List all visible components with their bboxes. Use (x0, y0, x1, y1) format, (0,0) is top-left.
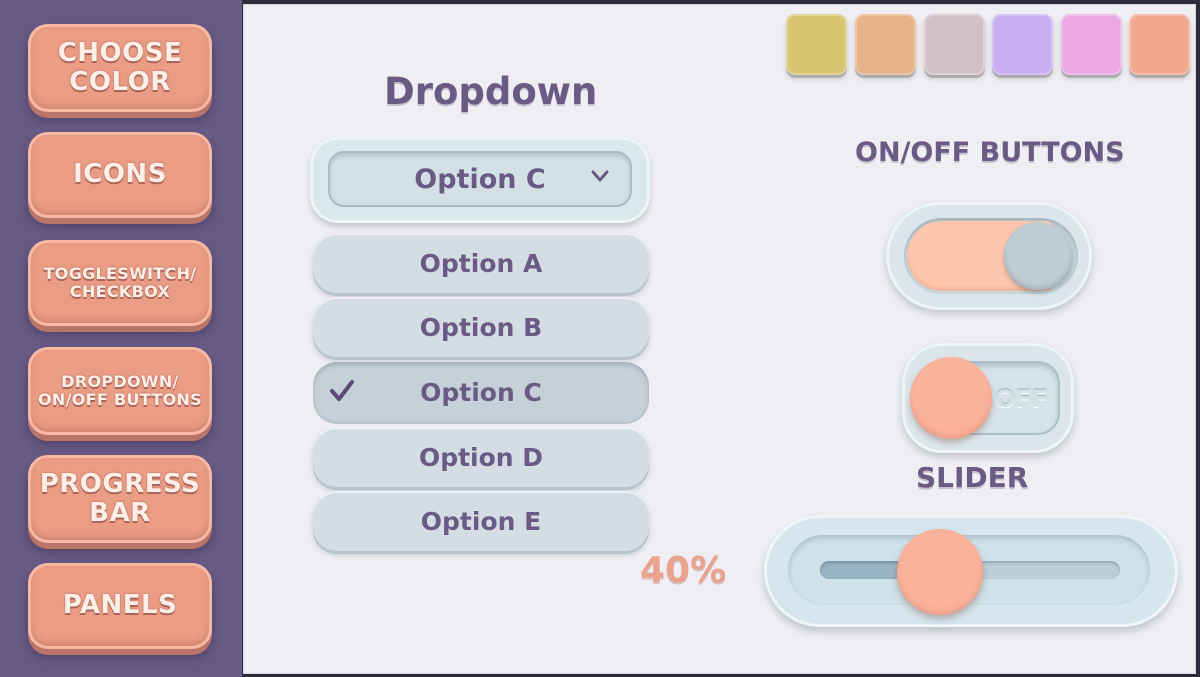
option-label: Option B (419, 312, 543, 342)
dropdown-onoff-label: DROPDOWN/ ON/OFF BUTTONS (38, 372, 202, 409)
onoff-heading: ON/OFF BUTTONS (855, 137, 1125, 168)
dropdown-frame: Option C (310, 137, 650, 223)
chevron-down-icon (591, 170, 609, 182)
progress-bar-label: PROGRESS BAR (39, 468, 201, 528)
dropdown-option-d[interactable]: Option D (313, 427, 649, 487)
panels-label: PANELS (62, 590, 178, 621)
toggle-switch-off[interactable]: OFF (902, 343, 1074, 453)
toggle-track (904, 218, 1078, 294)
swatch-3[interactable] (924, 14, 985, 75)
toggle-switch-on[interactable] (886, 202, 1092, 310)
option-label: Option C (420, 377, 542, 407)
dropdown-heading: Dropdown (384, 70, 598, 113)
progress-bar-button[interactable]: PROGRESS BAR (28, 455, 212, 543)
slider[interactable] (764, 515, 1178, 627)
choose-color-button[interactable]: CHOOSE COLOR (28, 24, 212, 112)
swatch-1[interactable] (786, 14, 847, 75)
toggle-knob[interactable] (1004, 222, 1072, 290)
sidebar: CHOOSE COLOR ICONS TOGGLESWITCH/ CHECKBO… (0, 0, 242, 677)
panels-button[interactable]: PANELS (28, 563, 212, 649)
swatch-5[interactable] (1061, 14, 1122, 75)
dropdown-selected-value: Option C (414, 163, 546, 195)
option-label: Option D (418, 442, 544, 472)
toggleswitch-checkbox-button[interactable]: TOGGLESWITCH/ CHECKBOX (28, 240, 212, 326)
swatch-4[interactable] (992, 14, 1053, 75)
dropdown-option-a[interactable]: Option A (313, 233, 649, 293)
slider-value-label: 40% (640, 550, 727, 591)
dropdown-option-c[interactable]: Option C (313, 362, 649, 422)
dropdown-option-e[interactable]: Option E (313, 491, 649, 551)
dropdown-onoff-button[interactable]: DROPDOWN/ ON/OFF BUTTONS (28, 347, 212, 435)
checkmark-icon (330, 380, 354, 401)
icons-label: ICONS (73, 159, 167, 190)
slider-thumb[interactable] (897, 529, 983, 615)
dropdown-option-b[interactable]: Option B (313, 297, 649, 357)
toggle-knob[interactable] (910, 357, 992, 439)
icons-button[interactable]: ICONS (28, 132, 212, 218)
option-label: Option A (419, 248, 543, 278)
swatch-6[interactable] (1129, 14, 1190, 75)
dropdown-select[interactable]: Option C (328, 151, 632, 207)
slider-heading: SLIDER (916, 461, 1029, 494)
option-label: Option E (420, 506, 542, 536)
toggle-off-label: OFF (994, 385, 1048, 413)
choose-color-label: CHOOSE COLOR (57, 37, 183, 97)
toggleswitch-checkbox-label: TOGGLESWITCH/ CHECKBOX (43, 264, 197, 301)
swatch-2[interactable] (855, 14, 916, 75)
